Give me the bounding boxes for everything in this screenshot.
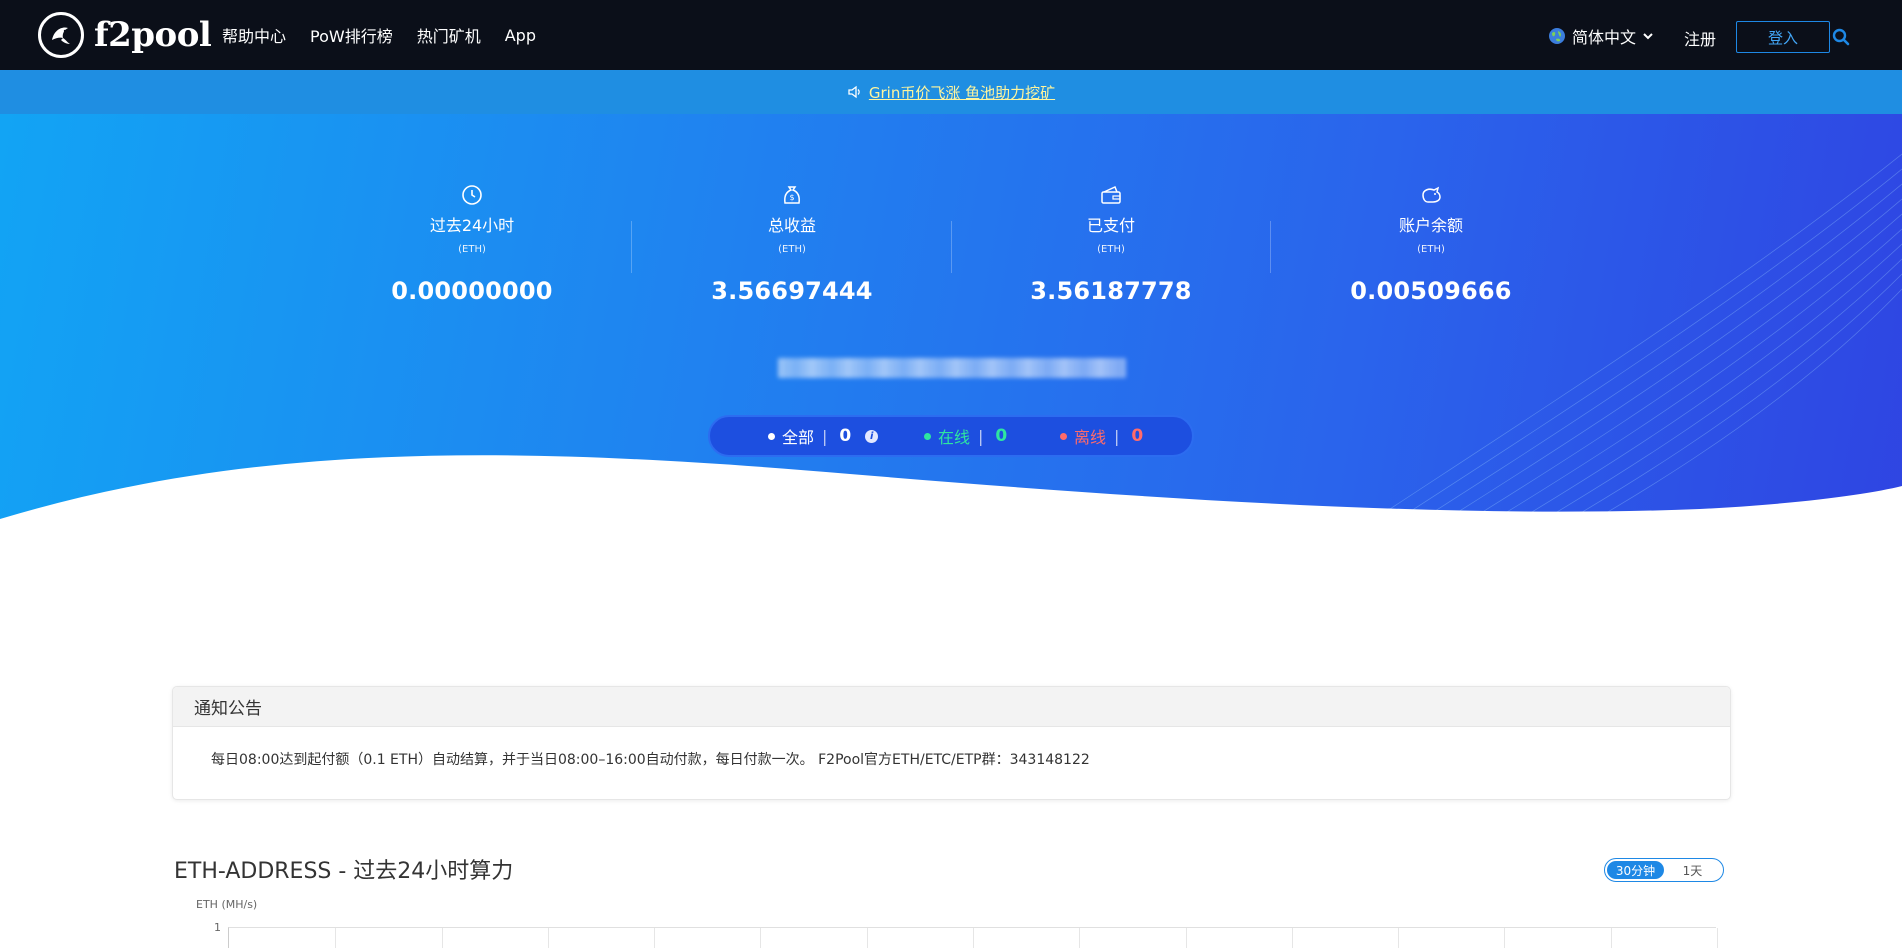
stat-total-income: $ 总收益 (ETH) 3.56697444 [672, 184, 912, 305]
stat-unit: (ETH) [1097, 244, 1125, 255]
worker-status-pill: 全部 | 0 i 在线 | 0 离线 | 0 [708, 415, 1194, 457]
chart-y-unit: ETH (MH/s) [196, 898, 258, 911]
stat-label: 账户余额 [1398, 216, 1463, 235]
separator: | [822, 426, 828, 446]
stat-unit: (ETH) [458, 244, 486, 255]
hashrate-chart-area [228, 927, 1718, 948]
main-nav: 帮助中心 PoW排行榜 热门矿机 App [222, 0, 536, 70]
stat-label: 已支付 [1086, 216, 1135, 235]
notice-card-body: 每日08:00达到起付额（0.1 ETH）自动结算，并于当日08:00–16:0… [211, 752, 1090, 768]
chart-grid-line [1611, 928, 1612, 948]
search-icon[interactable] [1832, 28, 1850, 50]
workers-offline-count: 0 [1131, 426, 1144, 446]
stat-value: 3.56697444 [711, 277, 873, 305]
workers-online[interactable]: 在线 | 0 [924, 417, 1007, 455]
chart-grid-line [1398, 928, 1399, 948]
fish-logo-icon [38, 12, 84, 58]
nav-pow-ranking[interactable]: PoW排行榜 [310, 23, 393, 47]
stat-label: 总收益 [767, 216, 816, 235]
toggle-30min[interactable]: 30分钟 [1607, 861, 1664, 879]
nav-help-center[interactable]: 帮助中心 [222, 23, 286, 47]
nav-popular-miners[interactable]: 热门矿机 [417, 23, 481, 47]
separator: | [1114, 426, 1120, 446]
time-range-toggle: 30分钟 1天 [1604, 858, 1724, 882]
workers-all-count: 0 [839, 426, 852, 446]
workers-online-label: 在线 [938, 428, 971, 447]
top-navbar: f2pool 帮助中心 PoW排行榜 热门矿机 App 简体中文 注册 登入 [0, 0, 1902, 70]
stat-label: 过去24小时 [429, 216, 515, 235]
wallet-icon [991, 184, 1231, 208]
hashrate-chart-title: ETH-ADDRESS - 过去24小时算力 [174, 859, 514, 884]
stat-divider [951, 221, 952, 273]
workers-online-count: 0 [995, 426, 1008, 446]
stat-value: 0.00509666 [1350, 277, 1512, 305]
chart-grid-line [442, 928, 443, 948]
stat-divider [631, 221, 632, 273]
workers-all[interactable]: 全部 | 0 i [768, 417, 879, 455]
chart-grid-line [1186, 928, 1187, 948]
info-icon[interactable]: i [865, 429, 879, 443]
globe-icon [1549, 28, 1565, 44]
language-selector[interactable]: 简体中文 [1548, 24, 1654, 48]
toggle-1day[interactable]: 1天 [1664, 861, 1721, 879]
stat-account-balance: 账户余额 (ETH) 0.00509666 [1311, 184, 1551, 305]
logo-text: f2pool [94, 15, 212, 55]
speaker-icon [848, 85, 860, 99]
chart-grid-line [1504, 928, 1505, 948]
workers-offline-label: 离线 [1074, 428, 1107, 447]
stat-value: 0.00000000 [391, 277, 553, 305]
chart-grid-line [1292, 928, 1293, 948]
money-bag-icon: $ [672, 184, 912, 208]
all-dot [768, 432, 775, 440]
stat-paid: 已支付 (ETH) 3.56187778 [991, 184, 1231, 305]
chart-y-tick: 1 [214, 921, 221, 934]
svg-text:$: $ [789, 193, 794, 202]
blurred-wallet-address [778, 358, 1126, 378]
stat-value: 3.56187778 [1030, 277, 1192, 305]
chart-grid-line [760, 928, 761, 948]
chart-grid-line [867, 928, 868, 948]
stat-divider [1270, 221, 1271, 273]
stat-past-24h: 过去24小时 (ETH) 0.00000000 [352, 184, 592, 305]
offline-dot [1060, 432, 1067, 440]
chart-grid-line [973, 928, 974, 948]
workers-offline[interactable]: 离线 | 0 [1060, 417, 1143, 455]
chevron-down-icon [1643, 33, 1653, 40]
chart-grid-line [1079, 928, 1080, 948]
nav-app[interactable]: App [505, 26, 536, 45]
announcement-strip: Grin币价飞涨 鱼池助力挖矿 [0, 70, 1902, 114]
register-link[interactable]: 注册 [1684, 26, 1716, 50]
login-button[interactable]: 登入 [1736, 21, 1830, 53]
f2pool-logo[interactable]: f2pool [38, 12, 212, 58]
language-label: 简体中文 [1572, 28, 1637, 47]
notice-card-title: 通知公告 [173, 687, 1730, 727]
online-dot [924, 432, 931, 440]
separator: | [978, 426, 984, 446]
workers-all-label: 全部 [782, 428, 815, 447]
clock-icon [352, 184, 592, 208]
stat-unit: (ETH) [1417, 244, 1445, 255]
hero-banner: 过去24小时 (ETH) 0.00000000 $ 总收益 (ETH) 3.56… [0, 114, 1902, 634]
chart-grid-line [548, 928, 549, 948]
stat-unit: (ETH) [778, 244, 806, 255]
notice-card: 通知公告 每日08:00达到起付额（0.1 ETH）自动结算，并于当日08:00… [172, 686, 1731, 800]
chart-grid-line [654, 928, 655, 948]
chart-grid-line [335, 928, 336, 948]
piggy-bank-icon [1311, 184, 1551, 208]
announcement-link[interactable]: Grin币价飞涨 鱼池助力挖矿 [869, 82, 1055, 103]
chart-grid-line [1717, 928, 1718, 948]
